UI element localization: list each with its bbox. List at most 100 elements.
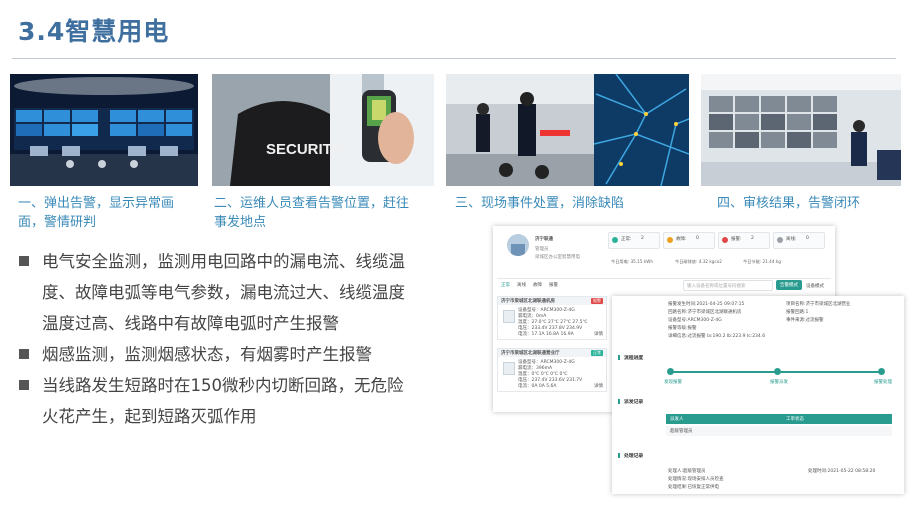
meter-icon: [503, 362, 515, 375]
dispatch-cell: 超级管理员: [670, 429, 693, 434]
dashboard-user-role: 管理员: [535, 247, 549, 252]
process-step-label: 报警派发: [770, 380, 788, 385]
bullet-line: 度、故障电弧等电气参数，漏电流过大、线缆温度: [42, 283, 405, 302]
caption-line: 二、运维人员查看告警位置，赶往: [214, 196, 410, 211]
device-card-row: 电流：0A 0A 5.6A: [518, 384, 557, 389]
status-chip-offline[interactable]: 离线: 0: [773, 232, 825, 249]
caption-line: 三、现场事件处置，消除缺陷: [455, 196, 625, 211]
chip-label: 报警:: [731, 237, 742, 242]
device-status-badge: 报警: [591, 298, 603, 304]
handle-section-title: 处理记录: [617, 453, 644, 459]
process-step-dot: [667, 368, 674, 375]
handle-record-line: 处理结果:已恢复正常供电: [668, 485, 720, 490]
stat-value: 4.32 kgco2: [698, 259, 722, 264]
chip-value: 2: [751, 236, 754, 241]
process-step-label: 报警处理: [874, 380, 892, 385]
step-2-caption: 二、运维人员查看告警位置，赶往 事发地点: [214, 194, 434, 232]
search-placeholder: 输入设备名称或位置号码搜索: [687, 284, 746, 289]
device-card[interactable]: 济宁市梁城区北湖联通机房 报警 设备型号：ARCM300-Z-4G 漏电流：0m…: [497, 296, 607, 340]
step-3-caption: 三、现场事件处置，消除缺陷: [455, 194, 695, 213]
detail-info-line: 项目名称:济宁市梁城区北湖营业: [786, 302, 851, 307]
photo-alarm-control-room: [10, 74, 198, 186]
bullet-line: 烟感监测，监测烟感状态，有烟雾时产生报警: [42, 345, 372, 364]
process-step-dot: [774, 368, 781, 375]
bullet-line: 火花产生，起到短路灭弧作用: [42, 407, 257, 426]
device-mode-button[interactable]: 设备模式: [806, 283, 824, 289]
caption-line: 事发地点: [214, 215, 267, 230]
title-divider: [12, 58, 896, 59]
detail-info-line: 报警回路:1: [786, 310, 809, 315]
handle-record-line: 处理时间:2021-05-22 08:58:20: [808, 469, 876, 474]
chip-label: 离线:: [786, 237, 797, 242]
alarm-mode-label: 告警模式: [780, 283, 798, 288]
stat-energy-today: 今日用电: 35.15 kWh: [611, 259, 653, 265]
alarm-mode-button[interactable]: 告警模式: [776, 280, 802, 290]
feature-bullet-list: 电气安全监测，监测用电回路中的漏电流、线缆温 度、故障电弧等电气参数，漏电流过大…: [18, 246, 458, 432]
dispatch-table-row: 超级管理员: [666, 426, 892, 436]
device-card[interactable]: 济宁市梁城区北湖联通营业厅 正常 设备型号：ARCM300-Z-4G 漏电流：3…: [497, 348, 607, 392]
status-chip-normal[interactable]: 正常: 2: [608, 232, 660, 249]
status-chip-alarm[interactable]: 报警: 2: [718, 232, 770, 249]
bullet-line: 当线路发生短路时在150微秒内切断回路，无危险: [42, 376, 404, 395]
dispatch-col-header: 派发人: [670, 417, 684, 422]
detail-info-line: 事件来源:过流报警: [786, 318, 824, 323]
device-card-title: 济宁市梁城区北湖联通机房: [501, 299, 555, 304]
chip-value: 2: [641, 236, 644, 241]
slide-title: 3.4智慧用电: [18, 17, 170, 46]
device-detail-link[interactable]: 详情: [594, 383, 603, 389]
device-status-badge: 正常: [591, 350, 603, 356]
process-step-label: 发现报警: [664, 380, 682, 385]
stat-saving-today: 今日节能: 21.44 kg: [743, 259, 781, 265]
dispatch-col-header: 工单状态: [786, 417, 804, 422]
chip-value: 0: [696, 236, 699, 241]
detail-info-line: 设备型号:ARCM300-Z-4G: [668, 318, 722, 323]
chip-label: 故障:: [676, 237, 687, 242]
photo-security-guard: SECURITY: [212, 74, 434, 186]
caption-line: 一、弹出告警，显示异常画: [18, 196, 175, 211]
bullet-electrical-monitoring: 电气安全监测，监测用电回路中的漏电流、线缆温 度、故障电弧等电气参数，漏电流过大…: [18, 246, 458, 339]
bullet-short-circuit: 当线路发生短路时在150微秒内切断回路，无危险 火花产生，起到短路灭弧作用: [18, 370, 458, 432]
step-1-caption: 一、弹出告警，显示异常画 面，警情研判: [18, 194, 198, 232]
detail-info-line: 回路名称:济宁市梁城区北湖联通机房: [668, 310, 742, 315]
dispatch-section-title: 派发记录: [617, 399, 644, 405]
stat-carbon-today: 今日碳排放: 4.32 kgco2: [675, 259, 722, 265]
dashboard-user-org: 梁城区办公室智慧用电: [535, 255, 580, 260]
bullet-line: 电气安全监测，监测用电回路中的漏电流、线缆温: [42, 252, 405, 271]
handle-record-line: 处理人:超级管理员: [668, 469, 706, 474]
stat-label: 今日碳排放:: [675, 259, 698, 264]
stat-value: 21.44 kg: [762, 259, 781, 264]
device-search-input[interactable]: 输入设备名称或位置号码搜索: [683, 280, 773, 291]
dispatch-table-header: 派发人 工单状态: [666, 414, 892, 424]
alarm-detail-panel: 报警发生时间:2021-04-25 09:07:15 回路名称:济宁市梁城区北湖…: [612, 296, 904, 494]
handle-record-line: 处理情况:现场安排人员检查: [668, 477, 724, 482]
security-text: SECURITY: [266, 141, 342, 158]
chip-label: 正常:: [621, 237, 632, 242]
device-card-row: 电流：17.1A 16.8A 16.9A: [518, 332, 574, 337]
caption-line: 四、审核结果，告警闭环: [717, 196, 861, 211]
filter-tab-fault[interactable]: 故障: [533, 282, 542, 288]
dashboard-avatar: [507, 234, 529, 256]
stat-label: 今日节能:: [743, 259, 762, 264]
filter-tab-normal[interactable]: 正常: [501, 282, 510, 288]
device-card-title: 济宁市梁城区北湖联通营业厅: [501, 351, 560, 356]
filter-tab-alarm[interactable]: 报警: [549, 282, 558, 288]
detail-info-line: 详细信息:过流报警 Ia:190.2 Ib:223.9 Ic:234.6: [668, 334, 766, 339]
detail-info-line: 报警等级:报警: [668, 326, 697, 331]
photo-audit-operator: [701, 74, 901, 186]
meter-icon: [503, 310, 515, 323]
process-step-dot: [878, 368, 885, 375]
filter-tab-offline[interactable]: 离线: [517, 282, 526, 288]
chip-value: 0: [806, 236, 809, 241]
control-room-illustration: [10, 74, 198, 186]
bullet-smoke-monitoring: 烟感监测，监测烟感状态，有烟雾时产生报警: [18, 339, 458, 370]
photo-field-response: [446, 74, 689, 186]
bullet-line: 温度过高、线路中有故障电弧时产生报警: [42, 314, 339, 333]
field-response-illustration: [446, 74, 689, 186]
process-section-title: 流程进度: [617, 355, 644, 361]
status-chip-fault[interactable]: 故障: 0: [663, 232, 715, 249]
device-detail-link[interactable]: 详情: [594, 331, 603, 337]
dashboard-user-name: 济宁联通: [535, 237, 553, 242]
detail-info-line: 报警发生时间:2021-04-25 09:07:15: [668, 302, 745, 307]
security-guard-illustration: SECURITY: [212, 74, 434, 186]
stat-label: 今日用电:: [611, 259, 630, 264]
